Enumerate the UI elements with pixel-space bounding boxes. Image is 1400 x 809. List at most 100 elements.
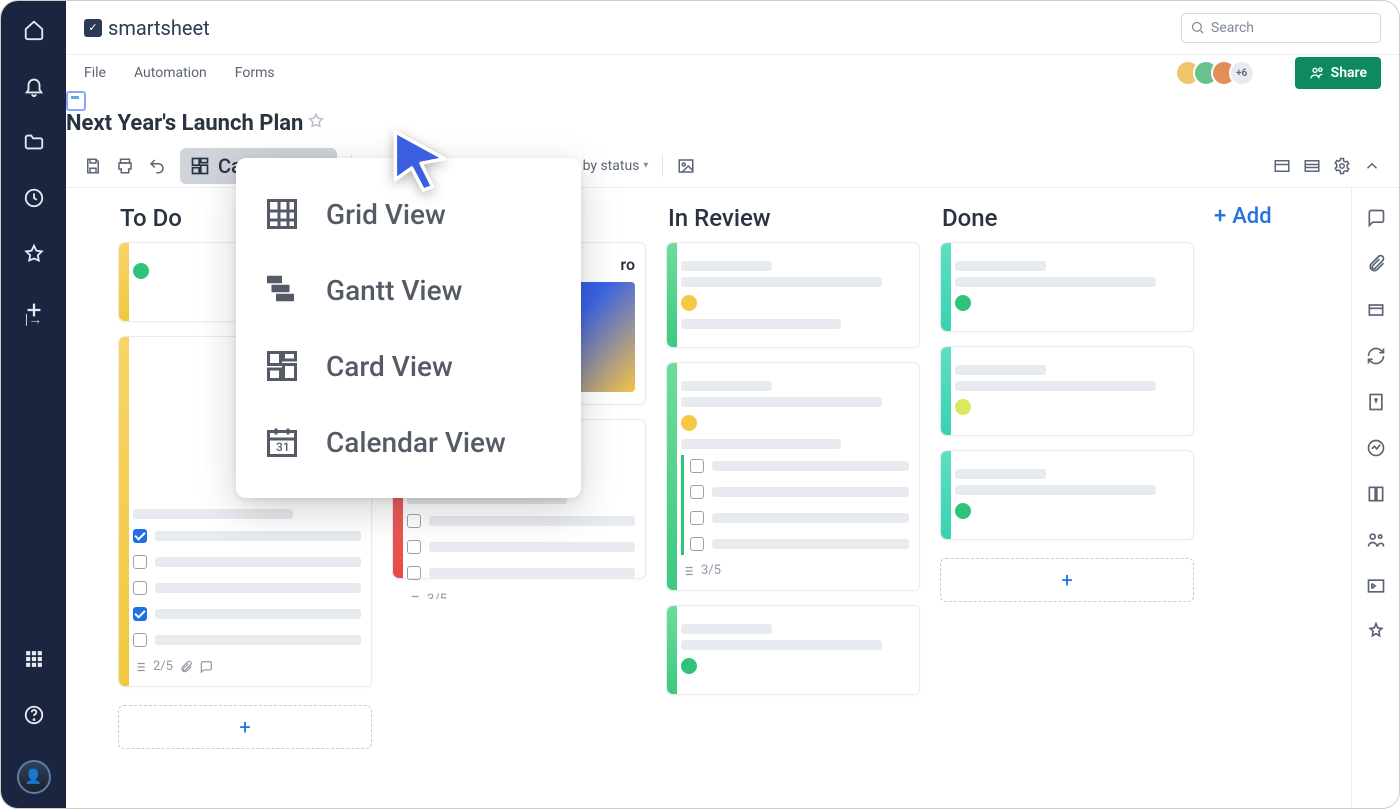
checkbox[interactable] <box>690 511 704 525</box>
settings-icon[interactable] <box>1333 157 1351 175</box>
avatar-more[interactable]: +6 <box>1229 60 1255 86</box>
home-icon[interactable] <box>23 19 45 41</box>
favorites-icon[interactable] <box>23 243 45 265</box>
checkbox[interactable] <box>407 566 421 580</box>
collapse-panel-icon[interactable] <box>1363 157 1381 175</box>
publish-icon[interactable] <box>1366 392 1386 412</box>
print-icon[interactable] <box>116 157 134 175</box>
placeholder-line <box>429 516 635 526</box>
placeholder-line <box>681 439 841 449</box>
attachments-panel-icon[interactable] <box>1366 254 1386 274</box>
checkbox[interactable] <box>133 633 147 647</box>
folder-icon[interactable] <box>23 131 45 153</box>
menu-file[interactable]: File <box>84 65 106 81</box>
checklist-icon <box>681 564 695 578</box>
full-view-icon[interactable] <box>1303 157 1321 175</box>
document-title[interactable]: Next Year's Launch Plan <box>66 111 303 136</box>
image-toggle-icon[interactable] <box>677 157 695 175</box>
placeholder-line <box>155 557 361 567</box>
add-card-button[interactable]: + <box>940 558 1194 602</box>
add-column-button[interactable]: +Add <box>1214 204 1334 229</box>
checklist-icon <box>133 660 147 674</box>
card[interactable] <box>940 242 1194 332</box>
view-option-gantt[interactable]: Gantt View <box>250 252 567 328</box>
share-people-icon <box>1309 65 1325 81</box>
main-area: ✓ smartsheet Search File Automation Form… <box>66 1 1399 808</box>
favorite-star-icon[interactable] <box>307 115 325 134</box>
checkbox[interactable] <box>133 555 147 569</box>
proofs-panel-icon[interactable] <box>1366 300 1386 320</box>
status-dot <box>681 658 697 674</box>
resource-management-icon[interactable] <box>1366 530 1386 550</box>
add-card-button[interactable]: + <box>118 705 372 749</box>
placeholder-line <box>133 509 293 519</box>
status-dot <box>681 295 697 311</box>
card[interactable] <box>940 346 1194 436</box>
recents-icon[interactable] <box>23 187 45 209</box>
column-done: Done <box>940 200 1198 796</box>
placeholder-line <box>712 461 909 471</box>
card-view-icon <box>264 348 300 384</box>
card-view-icon <box>190 156 210 176</box>
help-icon[interactable] <box>23 704 45 726</box>
brand-logo[interactable]: ✓ smartsheet <box>84 16 210 40</box>
topbar: ✓ smartsheet Search <box>66 1 1399 55</box>
status-dot <box>955 295 971 311</box>
update-requests-icon[interactable] <box>1366 346 1386 366</box>
calendar-view-icon: 31 <box>264 424 300 460</box>
work-insights-icon[interactable] <box>1366 622 1386 642</box>
card[interactable] <box>940 450 1194 540</box>
status-dot <box>955 503 971 519</box>
view-option-calendar[interactable]: 31 Calendar View <box>250 404 567 480</box>
summary-icon[interactable] <box>1366 484 1386 504</box>
undo-icon[interactable] <box>148 157 166 175</box>
menu-automation[interactable]: Automation <box>134 65 207 81</box>
collapse-nav-icon[interactable]: |→ <box>25 311 42 328</box>
brandfolder-icon[interactable] <box>1366 576 1386 596</box>
card[interactable] <box>666 242 920 348</box>
apps-icon[interactable] <box>23 648 45 670</box>
checkbox[interactable] <box>133 529 147 543</box>
placeholder-line <box>955 261 1046 271</box>
checkbox[interactable] <box>690 459 704 473</box>
column-header[interactable]: In Review <box>668 204 924 232</box>
placeholder-line <box>681 319 841 329</box>
collaborator-avatars[interactable]: +6 <box>1183 60 1255 86</box>
checkbox[interactable] <box>407 540 421 554</box>
card-stripe <box>667 606 677 694</box>
attachment-icon <box>179 660 193 674</box>
compact-view-icon[interactable] <box>1273 157 1291 175</box>
menu-forms[interactable]: Forms <box>235 65 275 81</box>
placeholder-line <box>712 539 909 549</box>
placeholder-line <box>955 277 1156 287</box>
card[interactable] <box>666 605 920 695</box>
user-avatar[interactable]: 👤 <box>17 760 51 794</box>
view-option-card[interactable]: Card View <box>250 328 567 404</box>
checkbox[interactable] <box>133 607 147 621</box>
card-stripe <box>119 243 129 321</box>
card-stripe <box>667 243 677 347</box>
placeholder-line <box>955 365 1046 375</box>
checkbox[interactable] <box>133 581 147 595</box>
checkbox[interactable] <box>407 514 421 528</box>
svg-text:31: 31 <box>276 440 290 454</box>
save-icon[interactable] <box>84 157 102 175</box>
column-header[interactable]: Done <box>942 204 1198 232</box>
activity-log-icon[interactable] <box>1366 438 1386 458</box>
placeholder-line <box>955 485 1156 495</box>
card[interactable]: 3/5 <box>666 362 920 591</box>
share-label: Share <box>1331 65 1367 81</box>
notifications-icon[interactable] <box>23 75 45 97</box>
checkbox[interactable] <box>690 537 704 551</box>
checklist-count: 3/5 <box>701 563 721 578</box>
sheet-icon <box>66 91 86 111</box>
placeholder-line <box>681 381 772 391</box>
left-navigation: |→ 👤 <box>1 1 66 808</box>
checkbox[interactable] <box>690 485 704 499</box>
share-button[interactable]: Share <box>1295 57 1381 89</box>
search-input[interactable]: Search <box>1181 13 1381 43</box>
comments-panel-icon[interactable] <box>1366 208 1386 228</box>
gantt-view-icon <box>264 272 300 308</box>
separator <box>662 155 663 177</box>
card-footer: 3/5 <box>681 563 909 578</box>
